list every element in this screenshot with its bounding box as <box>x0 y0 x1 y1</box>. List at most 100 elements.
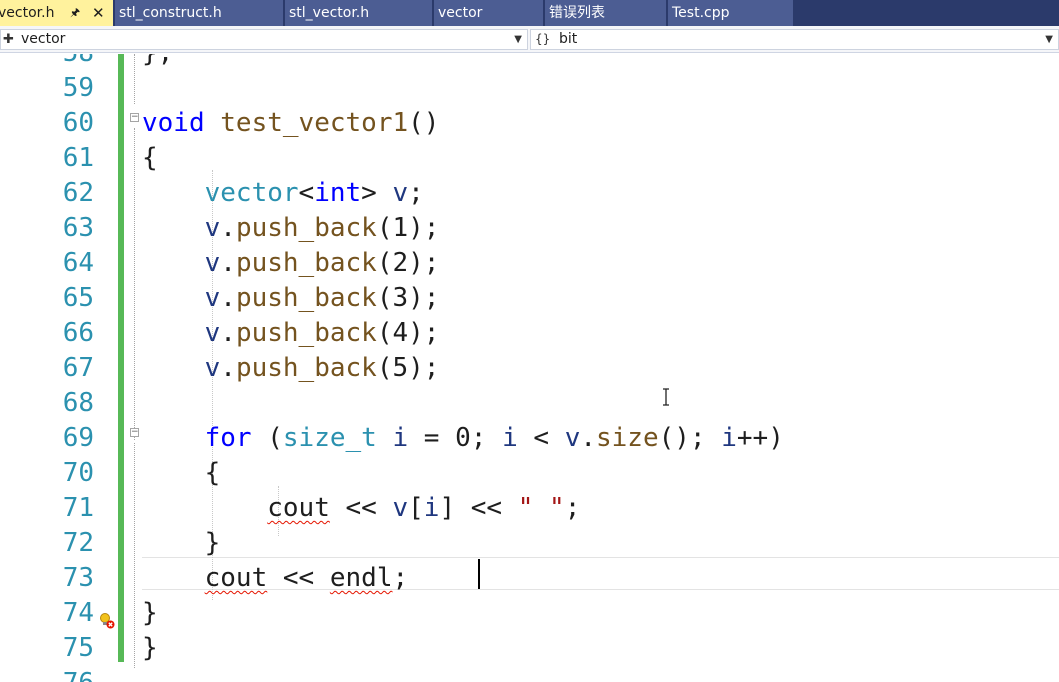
member-dropdown[interactable]: {} bit ▼ <box>530 29 1059 50</box>
code-token: i <box>502 423 518 453</box>
code-token: i <box>392 423 409 453</box>
code-line[interactable]: } <box>142 526 221 561</box>
tab-label: vector.h <box>0 5 55 21</box>
code-token: (5); <box>376 353 440 383</box>
code-line[interactable]: } <box>142 631 158 666</box>
code-token: v <box>392 178 409 208</box>
code-editor[interactable]: − − 58}; 59 60 void test_vector1() 61 {62 vec… <box>0 54 1059 682</box>
code-token: } <box>142 598 158 628</box>
code-line[interactable]: }; <box>142 54 173 71</box>
i-beam-cursor-icon <box>663 388 669 406</box>
code-token: v <box>392 493 409 523</box>
line-number: 68 <box>62 388 94 418</box>
code-token: (1); <box>376 213 440 243</box>
code-line[interactable]: cout << endl; <box>142 561 409 596</box>
outline-line <box>134 443 135 668</box>
code-token: > <box>361 178 393 208</box>
code-token: push_back <box>235 213 377 243</box>
code-token: int <box>314 178 362 208</box>
code-token: endl <box>329 563 393 593</box>
code-token: (); <box>658 423 722 453</box>
tab-label: stl_construct.h <box>119 5 222 21</box>
code-token: () <box>408 108 440 138</box>
code-token: . <box>220 248 236 278</box>
tab-error-list[interactable]: 错误列表 <box>545 0 667 26</box>
code-token: " " <box>517 493 565 523</box>
chevron-down-icon[interactable]: ▼ <box>514 30 522 49</box>
code-line[interactable]: { <box>142 141 158 176</box>
line-number: 67 <box>62 353 94 383</box>
close-icon[interactable]: ✕ <box>92 0 105 26</box>
code-line[interactable]: for (size_t i = 0; i < v.size(); i++) <box>142 421 784 456</box>
code-token: }; <box>142 54 173 68</box>
code-token: v <box>204 283 221 313</box>
code-line[interactable]: v.push_back(5); <box>142 351 440 386</box>
code-token: . <box>580 423 596 453</box>
code-token: cout <box>204 563 268 593</box>
tab-label: stl_vector.h <box>289 5 370 21</box>
pin-icon[interactable]: 🖈 <box>70 0 80 26</box>
code-token: (4); <box>376 318 440 348</box>
code-line[interactable]: } <box>142 596 158 631</box>
line-number: 72 <box>62 528 94 558</box>
class-scope-icon: ✚ <box>3 32 14 47</box>
line-number: 63 <box>62 213 94 243</box>
tab-label: 错误列表 <box>549 5 605 21</box>
line-number: 61 <box>62 143 94 173</box>
line-number: 73 <box>62 563 94 593</box>
line-number: 64 <box>62 248 94 278</box>
code-token: [ <box>408 493 424 523</box>
code-token: ++) <box>736 423 784 453</box>
code-token: push_back <box>235 353 377 383</box>
line-number: 70 <box>62 458 94 488</box>
code-token: size <box>596 423 659 453</box>
code-token: v <box>204 248 221 278</box>
code-token: v <box>564 423 581 453</box>
outline-line <box>134 128 135 440</box>
code-line[interactable]: void test_vector1() <box>142 106 439 141</box>
line-number: 62 <box>62 178 94 208</box>
code-line[interactable]: v.push_back(2); <box>142 246 440 281</box>
code-token: i <box>423 493 440 523</box>
tab-test-cpp[interactable]: Test.cpp <box>668 0 794 26</box>
tab-stl-construct-h[interactable]: stl_construct.h <box>115 0 284 26</box>
code-token: ( <box>251 423 283 453</box>
lightbulb-error-icon[interactable] <box>98 612 116 630</box>
code-line[interactable]: v.push_back(4); <box>142 316 440 351</box>
code-token: vector <box>204 178 299 208</box>
chevron-down-icon[interactable]: ▼ <box>1045 30 1053 49</box>
collapse-toggle[interactable]: − <box>130 113 139 122</box>
code-line[interactable]: vector<int> v; <box>142 176 424 211</box>
code-line[interactable]: v.push_back(3); <box>142 281 440 316</box>
line-number: 60 <box>62 108 94 138</box>
code-token: ; <box>408 178 424 208</box>
collapse-toggle[interactable]: − <box>130 428 139 437</box>
code-token: } <box>142 528 221 558</box>
member-value: bit <box>559 31 578 47</box>
document-tab-strip: vector.h 🖈 ✕ stl_construct.h stl_vector.… <box>0 0 1059 26</box>
line-number: 76 <box>30 666 94 682</box>
code-token: v <box>204 318 221 348</box>
code-token: ] << <box>439 493 518 523</box>
code-token: push_back <box>235 283 377 313</box>
code-line[interactable]: { <box>142 456 221 491</box>
tab-vector-h[interactable]: vector.h 🖈 ✕ <box>0 0 114 26</box>
code-token: = 0; <box>408 423 503 453</box>
scope-dropdown[interactable]: ✚ vector ▼ <box>0 29 528 50</box>
line-number: 69 <box>62 423 94 453</box>
tab-stl-vector-h[interactable]: stl_vector.h <box>285 0 433 26</box>
code-token: ; <box>392 563 409 593</box>
code-line[interactable]: v.push_back(1); <box>142 211 440 246</box>
code-line[interactable]: cout << v[i] << " "; <box>142 491 580 526</box>
line-number: 71 <box>62 493 94 523</box>
tab-vector[interactable]: vector <box>434 0 544 26</box>
code-token: << <box>267 563 330 593</box>
line-number: 66 <box>62 318 94 348</box>
tab-label: vector <box>438 5 483 21</box>
code-token: size_t <box>282 423 377 453</box>
